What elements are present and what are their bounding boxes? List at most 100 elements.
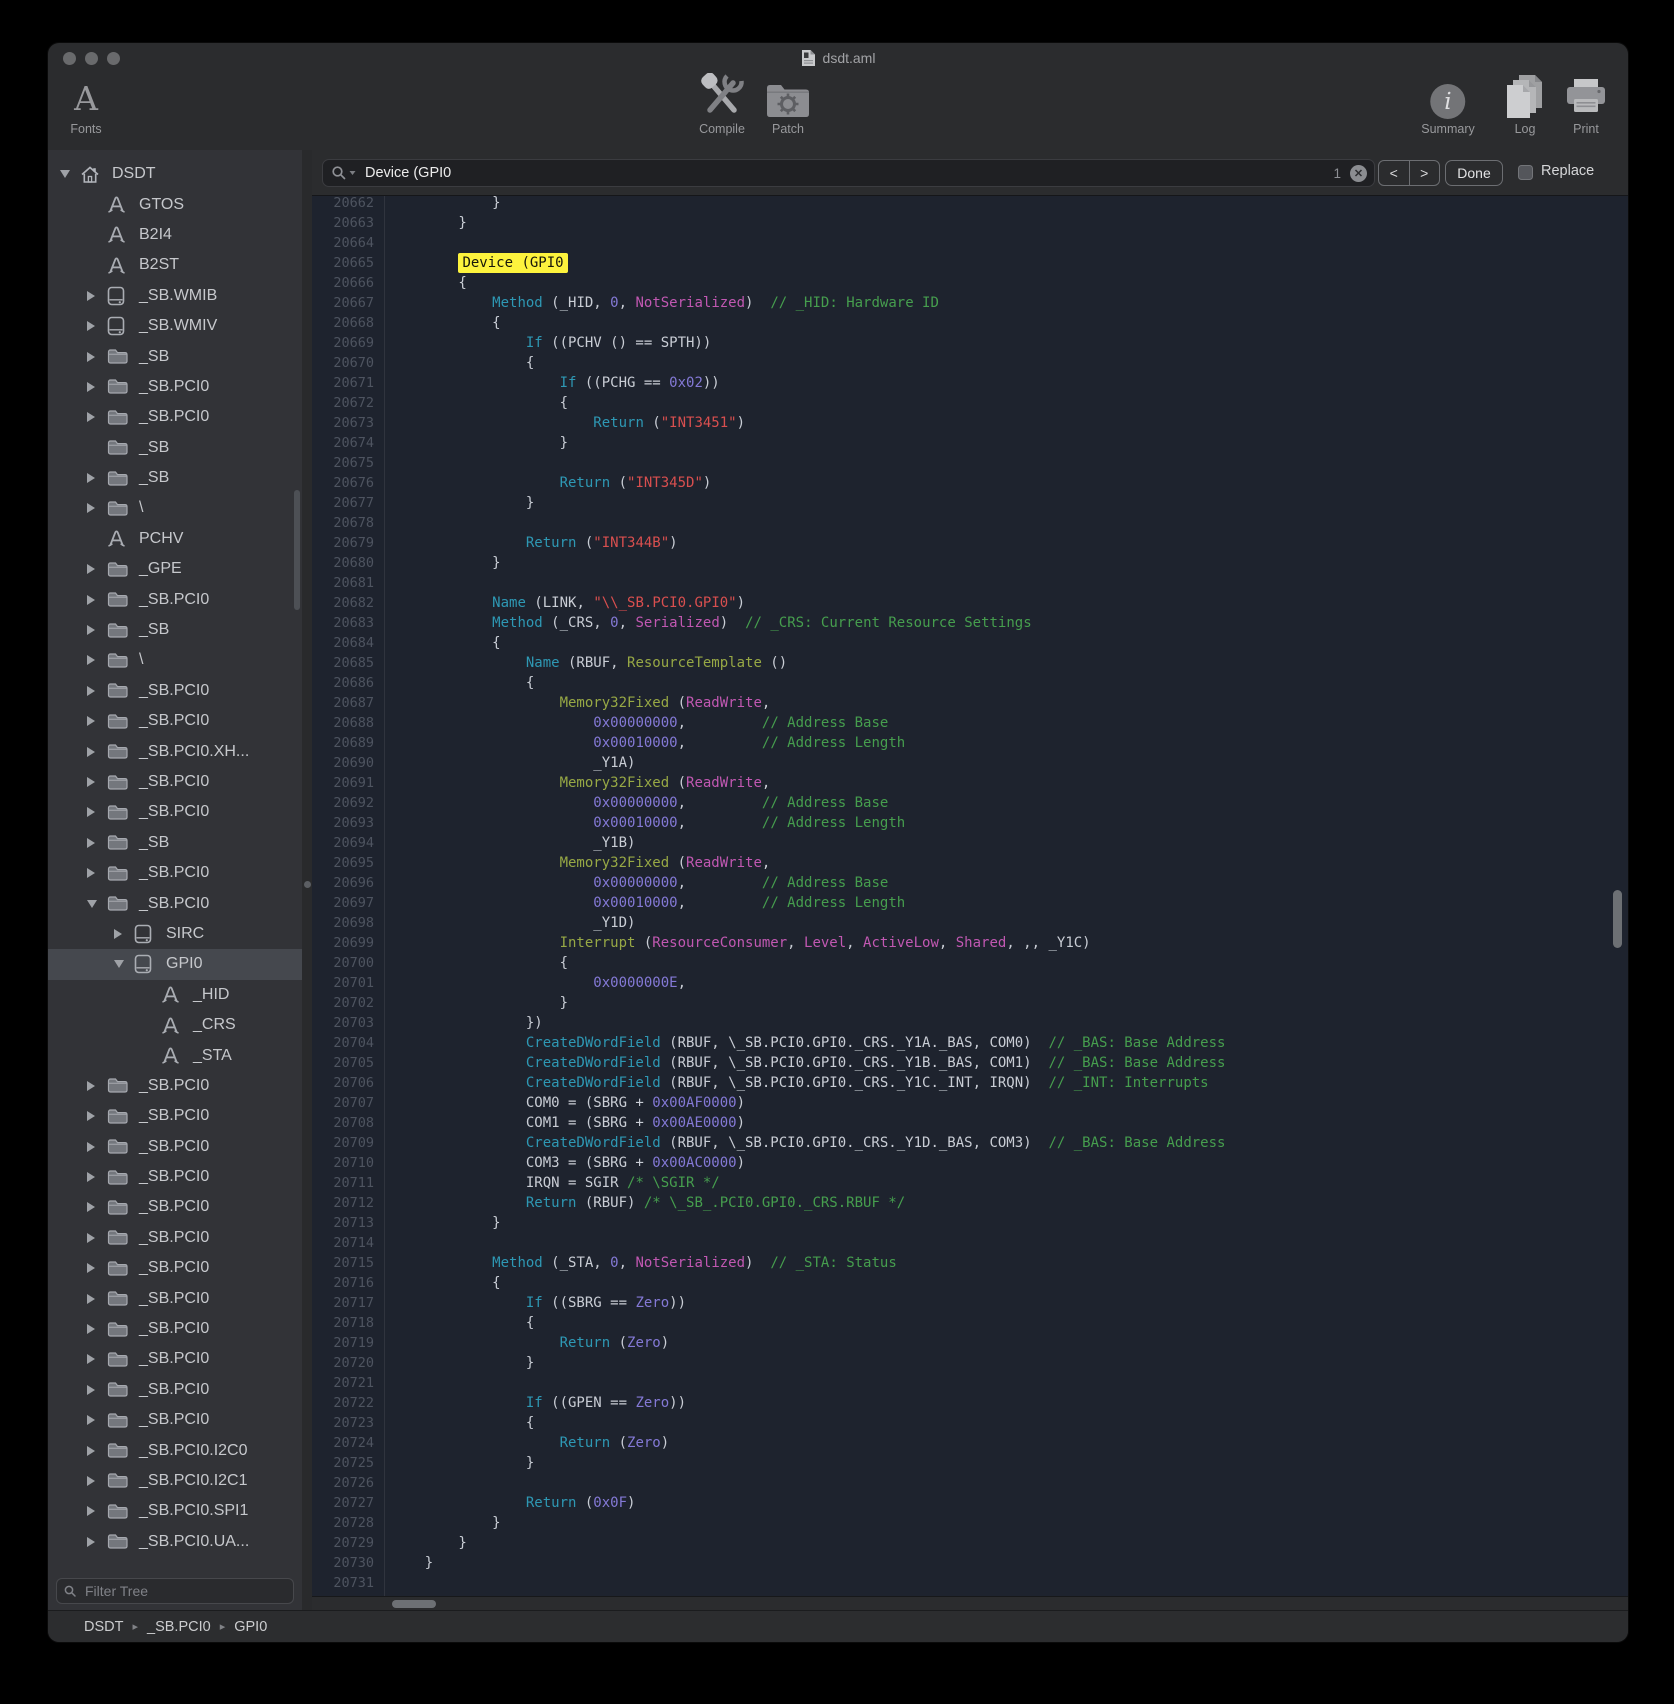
tree-item-sb[interactable]: _SB: [48, 463, 302, 493]
tree-item-sbwmib[interactable]: _SB.WMIB: [48, 281, 302, 311]
tree-item-sbpci0[interactable]: _SB.PCI0: [48, 1223, 302, 1253]
splitter-handle-icon[interactable]: [304, 881, 311, 888]
pane-splitter[interactable]: [302, 150, 312, 1610]
chevron-right-icon[interactable]: [87, 1081, 107, 1091]
tree-item-sbpci0[interactable]: _SB.PCI0: [48, 1405, 302, 1435]
tree-item-sbpci0[interactable]: _SB.PCI0: [48, 706, 302, 736]
chevron-right-icon[interactable]: [87, 352, 107, 362]
tree-item-sbpci0[interactable]: _SB.PCI0: [48, 888, 302, 918]
tree-item-crs[interactable]: _CRS: [48, 1010, 302, 1040]
chevron-down-icon[interactable]: [87, 900, 107, 908]
tree-item-sbpci0[interactable]: _SB.PCI0: [48, 1375, 302, 1405]
summary-button[interactable]: i Summary: [1421, 73, 1474, 136]
tree-item-sbpci0i2c0[interactable]: _SB.PCI0.I2C0: [48, 1435, 302, 1465]
breadcrumb-item[interactable]: _SB.PCI0: [147, 1619, 211, 1635]
patch-button[interactable]: Patch: [765, 73, 811, 136]
chevron-right-icon[interactable]: [87, 1476, 107, 1486]
replace-checkbox[interactable]: [1518, 165, 1533, 180]
tree-item-sbpci0[interactable]: _SB.PCI0: [48, 858, 302, 888]
tree-item-sbpci0[interactable]: _SB.PCI0: [48, 584, 302, 614]
tree-item-sbpci0[interactable]: _SB.PCI0: [48, 767, 302, 797]
chevron-right-icon[interactable]: [87, 1385, 107, 1395]
tree-item-gpe[interactable]: _GPE: [48, 554, 302, 584]
chevron-right-icon[interactable]: [87, 473, 107, 483]
tree-item-sb[interactable]: _SB: [48, 341, 302, 371]
chevron-right-icon[interactable]: [87, 777, 107, 787]
tree-item-gpi0[interactable]: GPI0: [48, 949, 302, 979]
compile-button[interactable]: Compile: [699, 73, 745, 136]
chevron-right-icon[interactable]: [87, 291, 107, 301]
tree-item-sbpci0[interactable]: _SB.PCI0: [48, 676, 302, 706]
log-button[interactable]: Log: [1504, 73, 1546, 136]
chevron-right-icon[interactable]: [87, 1354, 107, 1364]
chevron-right-icon[interactable]: [87, 807, 107, 817]
find-previous-button[interactable]: <: [1379, 161, 1410, 185]
chevron-right-icon[interactable]: [87, 382, 107, 392]
breadcrumb-item[interactable]: GPI0: [234, 1619, 267, 1635]
chevron-right-icon[interactable]: [87, 1142, 107, 1152]
tree-item-[interactable]: \: [48, 493, 302, 523]
chevron-right-icon[interactable]: [87, 503, 107, 513]
find-field[interactable]: 1 ✕: [322, 159, 1375, 187]
tree-item-sbpci0[interactable]: _SB.PCI0: [48, 1283, 302, 1313]
tree-item-sbpci0[interactable]: _SB.PCI0: [48, 1192, 302, 1222]
chevron-right-icon[interactable]: [87, 1537, 107, 1547]
tree-item-sbpci0xh[interactable]: _SB.PCI0.XH...: [48, 736, 302, 766]
find-next-button[interactable]: >: [1410, 161, 1440, 185]
tree-item-sbpci0ua[interactable]: _SB.PCI0.UA...: [48, 1527, 302, 1557]
chevron-right-icon[interactable]: [87, 412, 107, 422]
chevron-right-icon[interactable]: [87, 1506, 107, 1516]
tree-item-sta[interactable]: _STA: [48, 1040, 302, 1070]
chevron-right-icon[interactable]: [87, 1202, 107, 1212]
chevron-right-icon[interactable]: [87, 1324, 107, 1334]
breadcrumb-item[interactable]: DSDT: [84, 1619, 123, 1635]
chevron-right-icon[interactable]: [87, 595, 107, 605]
chevron-right-icon[interactable]: [87, 655, 107, 665]
tree-item-sbpci0[interactable]: _SB.PCI0: [48, 1344, 302, 1374]
tree-item-sb[interactable]: _SB: [48, 828, 302, 858]
chevron-right-icon[interactable]: [87, 1294, 107, 1304]
find-input[interactable]: [363, 164, 1333, 182]
chevron-right-icon[interactable]: [87, 1263, 107, 1273]
chevron-right-icon[interactable]: [87, 716, 107, 726]
tree-item-sbpci0[interactable]: _SB.PCI0: [48, 1162, 302, 1192]
horizontal-scrollbar-thumb[interactable]: [392, 1600, 436, 1608]
filter-tree-input[interactable]: [83, 1582, 293, 1600]
clear-search-icon[interactable]: ✕: [1350, 165, 1367, 182]
tree-item-hid[interactable]: _HID: [48, 980, 302, 1010]
tree-item-sbpci0i2c1[interactable]: _SB.PCI0.I2C1: [48, 1466, 302, 1496]
tree-item-sbpci0[interactable]: _SB.PCI0: [48, 372, 302, 402]
tree-item-sb[interactable]: _SB: [48, 615, 302, 645]
fonts-button[interactable]: A Fonts: [70, 73, 101, 136]
code-editor[interactable]: 20662 }20663 }2066420665 Device (GPI0206…: [312, 196, 1628, 1596]
chevron-right-icon[interactable]: [114, 929, 134, 939]
chevron-right-icon[interactable]: [87, 747, 107, 757]
done-button[interactable]: Done: [1445, 160, 1503, 186]
tree-item-sbpci0[interactable]: _SB.PCI0: [48, 1132, 302, 1162]
tree-item-sbpci0[interactable]: _SB.PCI0: [48, 1253, 302, 1283]
print-button[interactable]: Print: [1563, 73, 1609, 136]
chevron-right-icon[interactable]: [87, 1111, 107, 1121]
chevron-right-icon[interactable]: [87, 564, 107, 574]
tree-item-sb[interactable]: _SB: [48, 433, 302, 463]
chevron-down-icon[interactable]: [60, 170, 80, 178]
tree-item-sbpci0[interactable]: _SB.PCI0: [48, 1314, 302, 1344]
tree-item-pchv[interactable]: PCHV: [48, 524, 302, 554]
tree-item-sirc[interactable]: SIRC: [48, 919, 302, 949]
chevron-down-icon[interactable]: [114, 960, 134, 968]
tree-item-[interactable]: \: [48, 645, 302, 675]
tree-item-gtos[interactable]: GTOS: [48, 189, 302, 219]
tree-item-sbpci0[interactable]: _SB.PCI0: [48, 402, 302, 432]
tree-item-sbpci0[interactable]: _SB.PCI0: [48, 797, 302, 827]
tree-item-sbpci0[interactable]: _SB.PCI0: [48, 1101, 302, 1131]
chevron-right-icon[interactable]: [87, 1172, 107, 1182]
title-bar[interactable]: dsdt.aml: [48, 43, 1628, 73]
chevron-right-icon[interactable]: [87, 321, 107, 331]
tree-item-b2i4[interactable]: B2I4: [48, 220, 302, 250]
tree-item-dsdt[interactable]: DSDT: [48, 159, 302, 189]
chevron-right-icon[interactable]: [87, 625, 107, 635]
chevron-right-icon[interactable]: [87, 1415, 107, 1425]
tree-item-sbpci0spi1[interactable]: _SB.PCI0.SPI1: [48, 1496, 302, 1526]
sidebar-scrollbar[interactable]: [294, 490, 300, 610]
tree-item-sbwmiv[interactable]: _SB.WMIV: [48, 311, 302, 341]
